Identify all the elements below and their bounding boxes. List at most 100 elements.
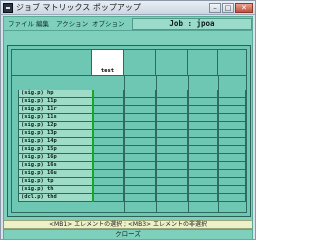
matrix-cell[interactable]: [124, 122, 156, 130]
matrix-cell[interactable]: [188, 154, 218, 162]
row-label[interactable]: (sig.p) 14p: [18, 138, 92, 146]
column-header-test[interactable]: test: [92, 50, 124, 76]
matrix-cell[interactable]: [124, 178, 156, 186]
matrix-cell[interactable]: [124, 114, 156, 122]
matrix-cell[interactable]: [124, 98, 156, 106]
matrix-cell[interactable]: [94, 122, 124, 130]
matrix-cell[interactable]: [124, 90, 156, 98]
matrix-cell[interactable]: [124, 170, 156, 178]
matrix-cell[interactable]: [218, 138, 246, 146]
close-button[interactable]: クローズ: [4, 229, 252, 239]
column-header-empty[interactable]: [156, 50, 188, 76]
matrix-cell[interactable]: [218, 90, 246, 98]
row-label[interactable]: (sig.p) hp: [18, 90, 92, 98]
matrix-cell[interactable]: [188, 146, 218, 154]
matrix-cell[interactable]: [156, 178, 188, 186]
row-label[interactable]: (sig.p) 16p: [18, 154, 92, 162]
matrix-cell[interactable]: [218, 114, 246, 122]
matrix-cell[interactable]: [124, 146, 156, 154]
matrix-cell[interactable]: [218, 154, 246, 162]
matrix-cell[interactable]: [156, 98, 188, 106]
matrix-cell[interactable]: [124, 162, 156, 170]
matrix-cell[interactable]: [156, 138, 188, 146]
matrix-cell[interactable]: [94, 162, 124, 170]
menu-action[interactable]: アクション: [56, 19, 88, 29]
matrix-cell[interactable]: [156, 194, 188, 202]
matrix-cell[interactable]: [218, 162, 246, 170]
matrix-cell[interactable]: [156, 186, 188, 194]
matrix-cell[interactable]: [188, 170, 218, 178]
matrix-cell[interactable]: [156, 154, 188, 162]
row-label[interactable]: (sig.p) 11s: [18, 114, 92, 122]
menu-file[interactable]: ファイル: [8, 19, 34, 29]
menu-options[interactable]: オプション: [92, 19, 125, 29]
menu-edit[interactable]: 編集: [36, 19, 49, 29]
matrix-cell[interactable]: [124, 138, 156, 146]
matrix-cell[interactable]: [188, 186, 218, 194]
row-label[interactable]: (sig.p) 11r: [18, 106, 92, 114]
matrix-cell[interactable]: [156, 122, 188, 130]
matrix-cell[interactable]: [218, 186, 246, 194]
matrix-cell[interactable]: [188, 90, 218, 98]
matrix-cell[interactable]: [188, 162, 218, 170]
matrix-cell[interactable]: [94, 146, 124, 154]
minimize-button[interactable]: –: [209, 3, 221, 13]
matrix-cell[interactable]: [188, 114, 218, 122]
close-window-button[interactable]: ✕: [235, 3, 253, 13]
matrix-cell[interactable]: [94, 178, 124, 186]
matrix-row: (sig.p) th: [12, 186, 246, 194]
matrix-cell[interactable]: [218, 106, 246, 114]
matrix-cell[interactable]: [156, 146, 188, 154]
column-header-empty[interactable]: [188, 50, 218, 76]
matrix-cell[interactable]: [218, 98, 246, 106]
row-label[interactable]: (sig.p) 13p: [18, 130, 92, 138]
matrix-row: (sig.p) 11p: [12, 98, 246, 106]
matrix-cell[interactable]: [218, 194, 246, 202]
matrix-cell[interactable]: [188, 122, 218, 130]
row-label[interactable]: (sig.p) 12p: [18, 122, 92, 130]
matrix-cell[interactable]: [218, 170, 246, 178]
row-label[interactable]: (sig.p) 15p: [18, 146, 92, 154]
matrix-cell[interactable]: [124, 186, 156, 194]
matrix-cell[interactable]: [188, 106, 218, 114]
matrix-cell[interactable]: [94, 170, 124, 178]
matrix-cell[interactable]: [124, 106, 156, 114]
matrix-cell[interactable]: [188, 130, 218, 138]
matrix-cell[interactable]: [94, 154, 124, 162]
matrix-cell[interactable]: [94, 138, 124, 146]
row-label[interactable]: (dcl.p) thd: [18, 194, 92, 202]
matrix-cell[interactable]: [156, 106, 188, 114]
row-label[interactable]: (sig.p) 16u: [18, 170, 92, 178]
matrix-cell[interactable]: [156, 114, 188, 122]
matrix-cell[interactable]: [94, 130, 124, 138]
matrix-cell[interactable]: [218, 146, 246, 154]
matrix-cell[interactable]: [94, 90, 124, 98]
matrix-cell[interactable]: [124, 154, 156, 162]
row-label[interactable]: (sig.p) 16s: [18, 162, 92, 170]
column-header-empty[interactable]: [124, 50, 156, 76]
matrix-cell[interactable]: [218, 130, 246, 138]
matrix-cell[interactable]: [94, 98, 124, 106]
row-label[interactable]: (sig.p) th: [18, 186, 92, 194]
matrix-cell[interactable]: [188, 98, 218, 106]
title-bar[interactable]: ジョブ マトリックス ポップアップ – □ ✕: [1, 1, 255, 15]
row-label[interactable]: (sig.p) 11p: [18, 98, 92, 106]
matrix-cell[interactable]: [124, 194, 156, 202]
row-label[interactable]: (sig.p) tp: [18, 178, 92, 186]
matrix-cell[interactable]: [94, 106, 124, 114]
maximize-button[interactable]: □: [222, 3, 234, 13]
matrix-cell[interactable]: [218, 178, 246, 186]
column-header-empty[interactable]: [218, 50, 246, 76]
matrix-cell[interactable]: [94, 194, 124, 202]
matrix-cell[interactable]: [156, 90, 188, 98]
matrix-cell[interactable]: [156, 170, 188, 178]
matrix-cell[interactable]: [188, 138, 218, 146]
matrix-cell[interactable]: [156, 162, 188, 170]
matrix-cell[interactable]: [94, 186, 124, 194]
matrix-cell[interactable]: [188, 178, 218, 186]
matrix-cell[interactable]: [124, 130, 156, 138]
matrix-cell[interactable]: [156, 130, 188, 138]
matrix-cell[interactable]: [188, 194, 218, 202]
matrix-cell[interactable]: [218, 122, 246, 130]
matrix-cell[interactable]: [94, 114, 124, 122]
